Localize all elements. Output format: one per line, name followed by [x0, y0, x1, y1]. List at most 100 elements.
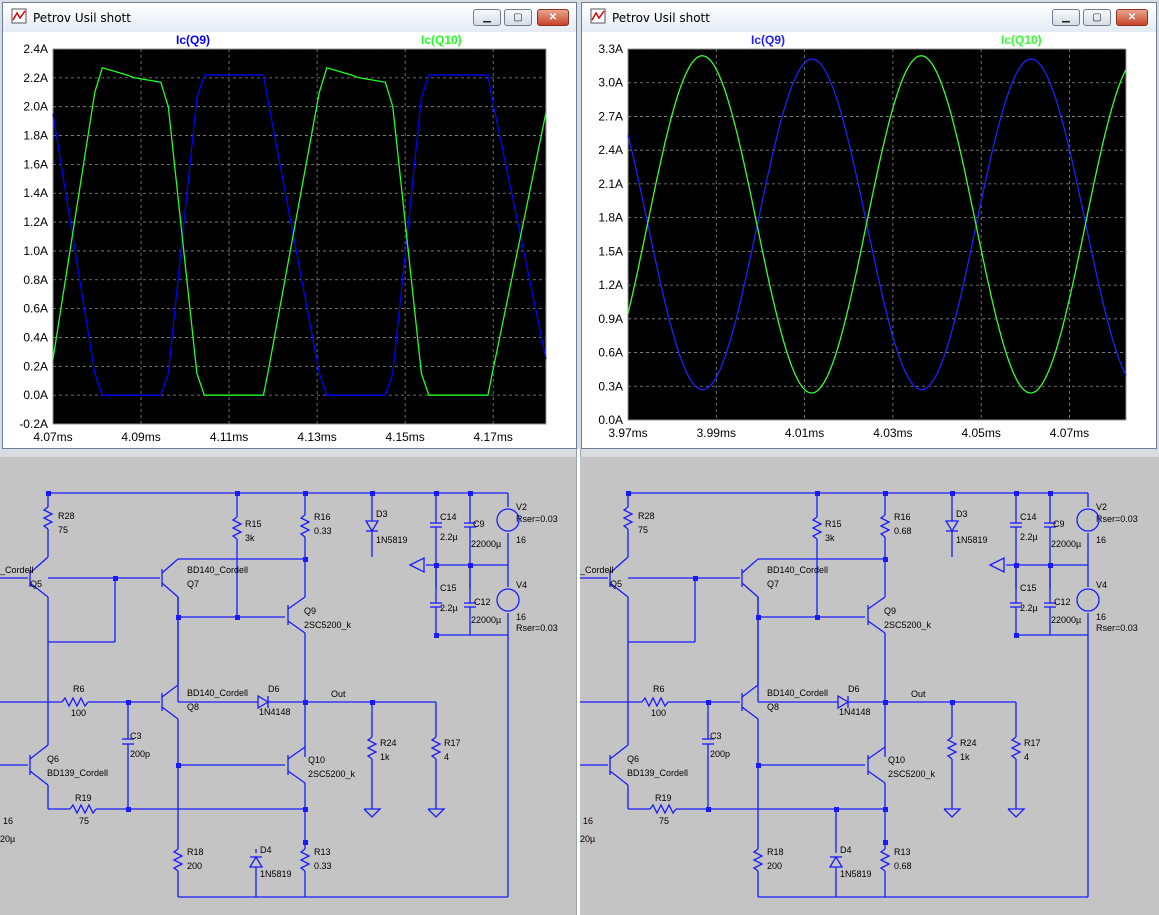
edge-label-20u: 20µ	[580, 834, 595, 844]
value-q10: 2SC5200_k	[888, 769, 936, 779]
label-r28: R28	[638, 511, 655, 521]
plot-background	[52, 48, 547, 425]
value-c12: 22000µ	[471, 615, 501, 625]
y-tick-label: 2.4A	[598, 143, 623, 157]
value-c15: 2.2µ	[440, 603, 458, 613]
value-q6: BD139_Cordell	[627, 768, 688, 778]
label-out: Out	[331, 689, 346, 699]
value-r13: 0.33	[314, 861, 332, 871]
close-button[interactable]: ✕	[537, 9, 569, 26]
label-c15: C15	[1020, 583, 1037, 593]
y-tick-label: 2.4A	[23, 42, 48, 56]
value-q7: BD140_Cordell	[767, 565, 828, 575]
waveform-chart[interactable]: -0.2A 0.0A 0.2A 0.4A 0.6A 0.8A 1.0A 1.2A 1.4A 1.6…	[3, 32, 576, 448]
label-q7: Q7	[767, 579, 779, 589]
value-r28: 75	[58, 525, 68, 535]
legend-label[interactable]: Ic(Q9)	[176, 33, 210, 47]
y-tick-label: 2.2A	[23, 71, 48, 85]
value-v2: 16	[1096, 535, 1106, 545]
y-tick-label: 0.4A	[23, 330, 48, 344]
x-tick-label: 4.05ms	[962, 426, 1001, 440]
value-q8: BD140_Cordell	[187, 688, 248, 698]
value-d3: 1N5819	[956, 535, 988, 545]
value-v2: 16	[516, 535, 526, 545]
x-tick-label: 4.15ms	[385, 430, 424, 444]
label-r15: R15	[825, 519, 842, 529]
y-tick-label: 0.2A	[23, 359, 48, 373]
value-r18: 200	[767, 861, 782, 871]
maximize-button[interactable]: ▢	[504, 9, 532, 26]
value-r18: 200	[187, 861, 202, 871]
label-r28: R28	[58, 511, 75, 521]
x-tick-label: 4.01ms	[785, 426, 824, 440]
x-tick-label: 4.09ms	[121, 430, 160, 444]
title-bar[interactable]: Petrov Usil shott ▁ ▢ ✕	[3, 3, 576, 33]
label-q8: Q8	[187, 702, 199, 712]
value-r28: 75	[638, 525, 648, 535]
value-q6: BD139_Cordell	[47, 768, 108, 778]
label-r24: R24	[380, 738, 397, 748]
y-tick-label: 0.3A	[598, 379, 623, 393]
minimize-button[interactable]: ▁	[473, 9, 501, 26]
value-d4: 1N5819	[260, 869, 292, 879]
label-c9: C9	[473, 519, 485, 529]
value-q10: 2SC5200_k	[308, 769, 356, 779]
close-button[interactable]: ✕	[1116, 9, 1148, 26]
value-r24: 1k	[960, 752, 970, 762]
value-c9: 22000µ	[1051, 539, 1081, 549]
maximize-button[interactable]: ▢	[1083, 9, 1111, 26]
rser-v2: Rser=0.03	[516, 514, 558, 524]
y-tick-label: 2.1A	[598, 177, 623, 191]
legend-label[interactable]: Ic(Q10)	[1001, 33, 1042, 47]
y-tick-label: 0.6A	[598, 346, 623, 360]
y-tick-label: 3.3A	[598, 42, 623, 56]
label-d4: D4	[260, 845, 272, 855]
value-c15: 2.2µ	[1020, 603, 1038, 613]
label-v2: V2	[1096, 502, 1107, 512]
label-c14: C14	[440, 512, 457, 522]
y-tick-label: 0.0A	[598, 413, 623, 427]
y-tick-label: 0.0A	[23, 388, 48, 402]
label-q5: Q5	[610, 579, 622, 589]
label-q5: Q5	[30, 579, 42, 589]
label-r16: R16	[894, 512, 911, 522]
label-c3: C3	[130, 731, 142, 741]
label-q9: Q9	[304, 606, 316, 616]
legend-label[interactable]: Ic(Q9)	[751, 33, 785, 47]
value-r15: 3k	[245, 533, 255, 543]
y-tick-label: 1.8A	[23, 129, 48, 143]
legend-label[interactable]: Ic(Q10)	[421, 33, 462, 47]
label-c14: C14	[1020, 512, 1037, 522]
label-r19: R19	[655, 793, 672, 803]
value-r16: 0.33	[314, 526, 332, 536]
label-q8: Q8	[767, 702, 779, 712]
plot-area[interactable]: 0.0A 0.3A 0.6A 0.9A 1.2A 1.5A 1.8A 2.1A 2.4A 2.7A…	[582, 32, 1156, 448]
label-r24: R24	[960, 738, 977, 748]
label-r15: R15	[245, 519, 262, 529]
x-tick-label: 4.07ms	[33, 430, 72, 444]
waveform-chart[interactable]: 0.0A 0.3A 0.6A 0.9A 1.2A 1.5A 1.8A 2.1A 2.4A 2.7A…	[582, 32, 1156, 448]
label-q5-model: _Cordell	[0, 565, 34, 575]
y-tick-label: 2.7A	[598, 109, 623, 123]
label-r17: R17	[1024, 738, 1041, 748]
value-r17: 4	[444, 752, 449, 762]
window-title: Petrov Usil shott	[33, 11, 131, 25]
schematic-pane-left[interactable]: R28 75 R15 3k R16 0.33 D3 1N5819 C14 2.2…	[0, 457, 576, 915]
label-r18: R18	[187, 847, 204, 857]
y-tick-label: 1.6A	[23, 157, 48, 171]
value-d6: 1N4148	[259, 707, 291, 717]
schematic-right[interactable]: R28 75 R15 3k R16 0.68 D3 1N5819 C14 2.2…	[580, 457, 1159, 915]
label-v4: V4	[1096, 580, 1107, 590]
waveform-window-right: Petrov Usil shott ▁ ▢ ✕ 0.0A 0.3A 0.6A 0.9A…	[581, 2, 1157, 449]
schematic-left[interactable]: R28 75 R15 3k R16 0.33 D3 1N5819 C14 2.2…	[0, 457, 576, 915]
minimize-button[interactable]: ▁	[1052, 9, 1080, 26]
value-q8: BD140_Cordell	[767, 688, 828, 698]
y-tick-label: -0.2A	[19, 417, 48, 431]
plot-area[interactable]: -0.2A 0.0A 0.2A 0.4A 0.6A 0.8A 1.0A 1.2A 1.4A 1.6…	[3, 32, 576, 448]
title-bar[interactable]: Petrov Usil shott ▁ ▢ ✕	[582, 3, 1156, 33]
value-v4: 16	[516, 612, 526, 622]
label-d4: D4	[840, 845, 852, 855]
schematic-pane-right[interactable]: R28 75 R15 3k R16 0.68 D3 1N5819 C14 2.2…	[580, 457, 1159, 915]
y-tick-label: 1.0A	[23, 244, 48, 258]
rser-v4: Rser=0.03	[1096, 623, 1138, 633]
